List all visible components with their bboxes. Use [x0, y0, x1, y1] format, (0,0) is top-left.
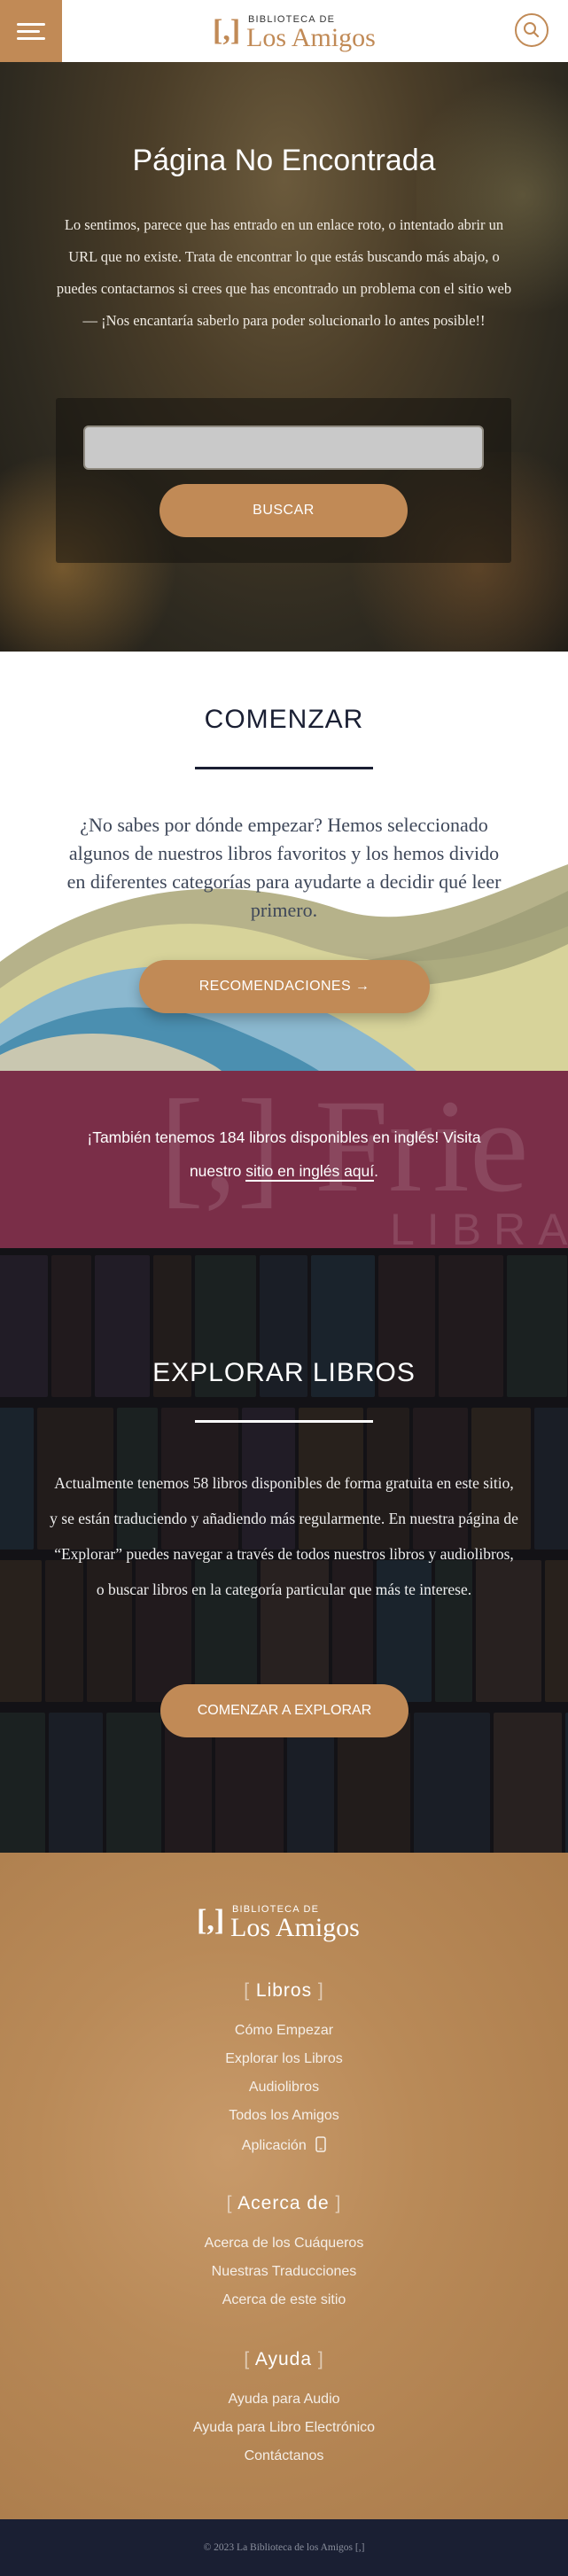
title-underline — [195, 1420, 373, 1423]
copyright-text: © 2023 La Biblioteca de los Amigos [,] — [203, 2542, 365, 2553]
copyright-bar: © 2023 La Biblioteca de los Amigos [,] — [0, 2519, 568, 2576]
start-exploring-button[interactable]: COMENZAR A EXPLORAR — [160, 1684, 408, 1737]
logo-glyph: [,] — [197, 1904, 225, 1937]
site-header: [,] BIBLIOTECA DE Los Amigos — [0, 0, 568, 62]
phone-icon — [315, 2136, 326, 2152]
footer-heading-acerca: [ Acerca de ] — [226, 2193, 342, 2213]
getting-started-section: COMENZAR ¿No sabes por dónde empezar? He… — [0, 652, 568, 1071]
footer-link[interactable]: Explorar los Libros — [0, 2051, 568, 2067]
logo-name: Los Amigos — [246, 23, 376, 52]
footer-link[interactable]: Ayuda para Libro Electrónico — [0, 2420, 568, 2436]
english-site-banner: [,] Frie LIBRA ¡También tenemos 184 libr… — [0, 1071, 568, 1248]
logo-glyph: [,] — [213, 14, 241, 47]
footer-link[interactable]: Audiolibros — [0, 2080, 568, 2096]
getting-started-text: ¿No sabes por dónde empezar? Hemos selec… — [66, 814, 502, 921]
search-input[interactable] — [83, 425, 484, 470]
title-underline — [195, 767, 373, 769]
search-panel: BUSCAR — [56, 398, 511, 563]
section-title: COMENZAR — [204, 705, 364, 734]
footer-link[interactable]: Nuestras Traducciones — [0, 2264, 568, 2280]
footer-heading-ayuda: [ Ayuda ] — [244, 2349, 324, 2369]
not-found-intro: Lo sentimos, parece que has entrado en u… — [56, 216, 512, 329]
footer-link[interactable]: Acerca de este sitio — [0, 2292, 568, 2308]
explore-section: EXPLORAR LIBROS Actualmente tenemos 58 l… — [0, 1248, 568, 1853]
magnifier-icon[interactable] — [515, 13, 549, 47]
search-button[interactable]: BUSCAR — [160, 484, 408, 537]
english-site-link[interactable]: sitio en inglés aquí — [245, 1162, 375, 1182]
site-footer: [,] BIBLIOTECA DE Los Amigos [ Libros ] … — [0, 1853, 568, 2519]
footer-logo[interactable]: [,] BIBLIOTECA DE Los Amigos — [197, 1902, 374, 1942]
site-logo[interactable]: [,] BIBLIOTECA DE Los Amigos — [213, 12, 390, 52]
footer-link[interactable]: Acerca de los Cuáqueros — [0, 2236, 568, 2252]
section-title: EXPLORAR LIBROS — [152, 1358, 416, 1387]
footer-link[interactable]: Todos los Amigos — [0, 2108, 568, 2124]
not-found-hero: Página No Encontrada Lo sentimos, parece… — [0, 62, 568, 652]
logo-name: Los Amigos — [230, 1913, 360, 1942]
footer-link[interactable]: Cómo Empezar — [0, 2023, 568, 2039]
background-watermark-sub: LIBRA — [390, 1205, 568, 1248]
footer-link-app[interactable]: Aplicación — [0, 2136, 568, 2154]
footer-link[interactable]: Contáctanos — [0, 2448, 568, 2464]
hamburger-icon[interactable] — [0, 0, 62, 62]
footer-link[interactable]: Ayuda para Audio — [0, 2392, 568, 2408]
page-title: Página No Encontrada — [132, 144, 436, 177]
recommendations-button[interactable]: RECOMENDACIONES → — [139, 960, 430, 1013]
footer-heading-libros: [ Libros ] — [244, 1980, 324, 2001]
explore-text: Actualmente tenemos 58 libros disponible… — [50, 1474, 518, 1598]
english-banner-text: ¡También tenemos 184 libros disponibles … — [87, 1128, 481, 1182]
